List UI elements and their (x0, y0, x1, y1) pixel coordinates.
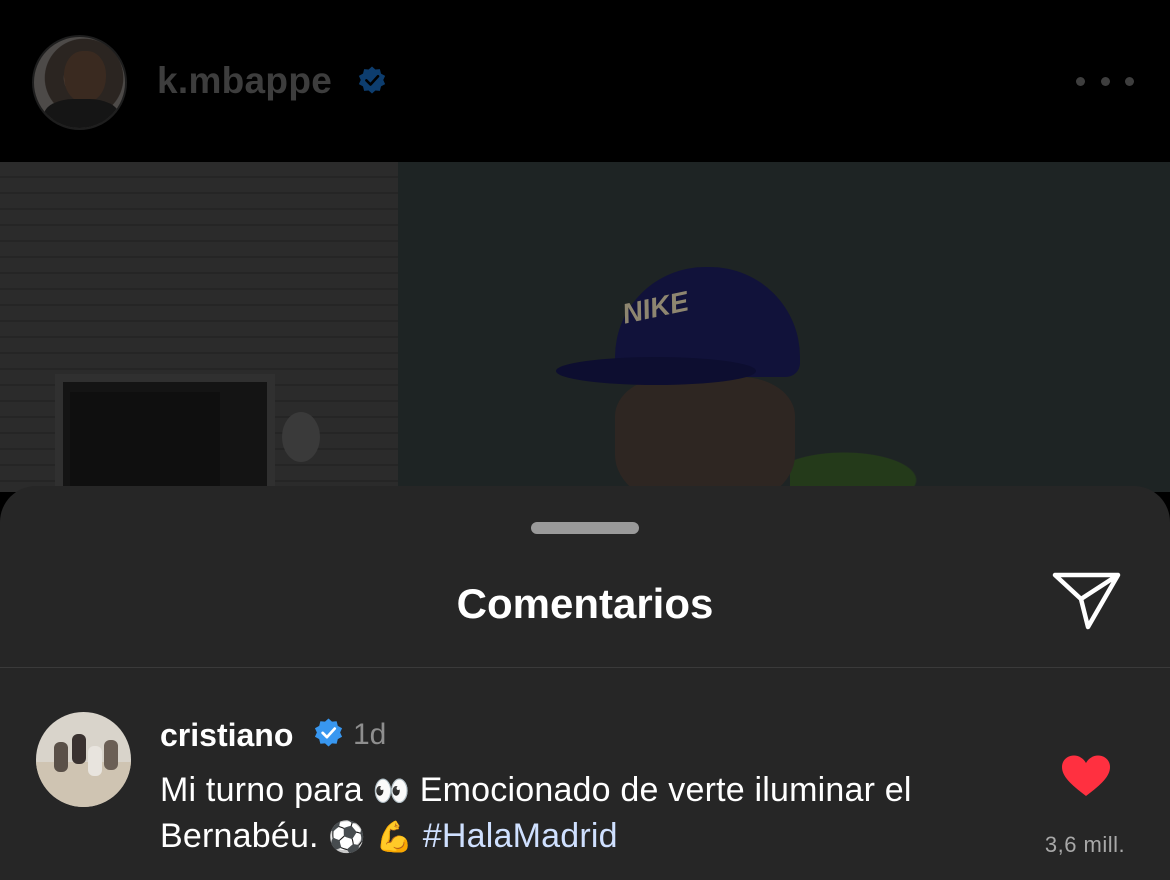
heart-icon[interactable] (1060, 754, 1112, 798)
comment-author-avatar[interactable] (36, 712, 131, 807)
like-count: 3,6 mill. (1044, 832, 1126, 857)
post-author-avatar[interactable] (32, 35, 127, 130)
person-head (615, 377, 795, 492)
comment-username[interactable]: cristiano (160, 717, 293, 754)
verified-badge-icon (314, 718, 343, 747)
divider (0, 667, 1170, 668)
verified-badge-icon (358, 66, 386, 94)
more-options-icon[interactable] (1076, 66, 1134, 96)
paper-plane-icon[interactable] (1050, 569, 1122, 631)
drag-handle[interactable] (531, 522, 639, 534)
eyes-emoji: 👀 (372, 774, 411, 809)
hashtag-link[interactable]: #HalaMadrid (423, 817, 618, 855)
post-photo[interactable]: NIKE (0, 162, 1170, 492)
soccer-ball-emoji: ⚽ (328, 820, 366, 855)
post-header: k.mbappe (0, 0, 1170, 162)
comment-timestamp: 1d (353, 718, 387, 751)
comment-text: Mi turno para 👀 Emocionado de verte ilum… (160, 768, 960, 860)
comments-title: Comentarios (456, 580, 714, 627)
flexed-biceps-emoji: 💪 (375, 820, 414, 855)
post-author-username[interactable]: k.mbappe (157, 60, 332, 102)
